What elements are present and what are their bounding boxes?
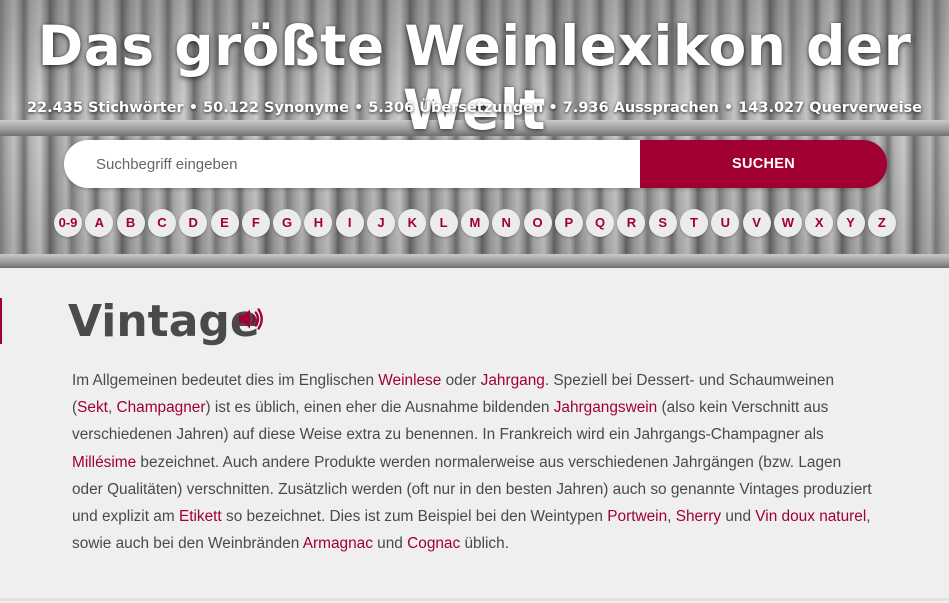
alphabet-letter-0-9[interactable]: 0-9	[54, 209, 82, 237]
site-stats: 22.435 Stichwörter • 50.122 Synonyme • 5…	[26, 100, 923, 116]
entry-link[interactable]: Sekt	[77, 399, 108, 416]
speaker-icon[interactable]	[236, 305, 264, 333]
entry-title: Vintage	[68, 296, 260, 347]
alphabet-letter-w[interactable]: W	[773, 209, 802, 237]
entry-text: ,	[667, 508, 676, 526]
alphabet-letter-b[interactable]: B	[116, 209, 145, 237]
entry-link[interactable]: Millésime	[72, 454, 136, 471]
entry-link[interactable]: Sherry	[676, 508, 721, 525]
alphabet-letter-g[interactable]: G	[273, 209, 302, 237]
entry-link[interactable]: Etikett	[179, 508, 222, 525]
entry-text: üblich.	[460, 535, 509, 553]
search-button[interactable]: SUCHEN	[640, 140, 887, 188]
entry-text: oder	[441, 372, 481, 389]
bottom-divider	[0, 598, 949, 601]
alphabet-letter-i[interactable]: I	[335, 209, 364, 237]
alphabet-letter-y[interactable]: Y	[836, 209, 865, 237]
entry-link[interactable]: Jahrgangswein	[554, 399, 658, 416]
entry-body: Im Allgemeinen bedeutet dies im Englisch…	[72, 367, 872, 557]
alphabet-letter-t[interactable]: T	[680, 209, 708, 237]
hero-shelf-bottom	[0, 254, 949, 268]
alphabet-letter-e[interactable]: E	[210, 209, 239, 237]
entry-text: und	[372, 535, 408, 553]
site-title: Das größte Weinlexikon der Welt	[37, 14, 912, 142]
entry-link[interactable]: Cognac	[407, 535, 460, 552]
entry-text: und	[721, 508, 756, 526]
entry-text: so bezeichnet. Dies ist zum Beispiel bei…	[221, 508, 608, 526]
search-input[interactable]	[64, 140, 640, 188]
entry-link[interactable]: Weinlese	[378, 372, 441, 389]
alphabet-letter-l[interactable]: L	[429, 209, 458, 237]
entry-link[interactable]: Vin doux naturel	[755, 508, 866, 525]
alphabet-letter-c[interactable]: C	[147, 209, 176, 237]
alphabet-letter-m[interactable]: M	[460, 209, 489, 237]
alphabet-letter-s[interactable]: S	[648, 209, 677, 237]
alphabet-letter-n[interactable]: N	[492, 209, 521, 237]
alphabet-letter-z[interactable]: Z	[867, 209, 896, 237]
entry-link[interactable]: Champagner	[117, 399, 206, 416]
entry-text: ,	[107, 399, 117, 417]
search-form: SUCHEN	[64, 140, 887, 188]
alphabet-letter-o[interactable]: O	[523, 209, 552, 237]
entry-text: ) ist es üblich, einen eher die Ausnahme…	[205, 399, 554, 417]
left-accent-bar	[0, 298, 2, 344]
alphabet-letter-j[interactable]: J	[367, 209, 395, 237]
alphabet-letter-d[interactable]: D	[179, 209, 208, 237]
entry-link[interactable]: Portwein	[607, 508, 667, 525]
alphabet-letter-x[interactable]: X	[805, 209, 834, 237]
alphabet-letter-p[interactable]: P	[554, 209, 583, 237]
alphabet-letter-f[interactable]: F	[241, 209, 270, 237]
alphabet-letter-v[interactable]: V	[742, 209, 771, 237]
entry-text: Im Allgemeinen bedeutet dies im Englisch…	[72, 372, 379, 389]
hero-banner: Das größte Weinlexikon der Welt 22.435 S…	[0, 0, 949, 268]
alphabet-letter-q[interactable]: Q	[586, 209, 615, 237]
entry-link[interactable]: Jahrgang	[481, 372, 545, 389]
entry-link[interactable]: Armagnac	[303, 535, 373, 552]
